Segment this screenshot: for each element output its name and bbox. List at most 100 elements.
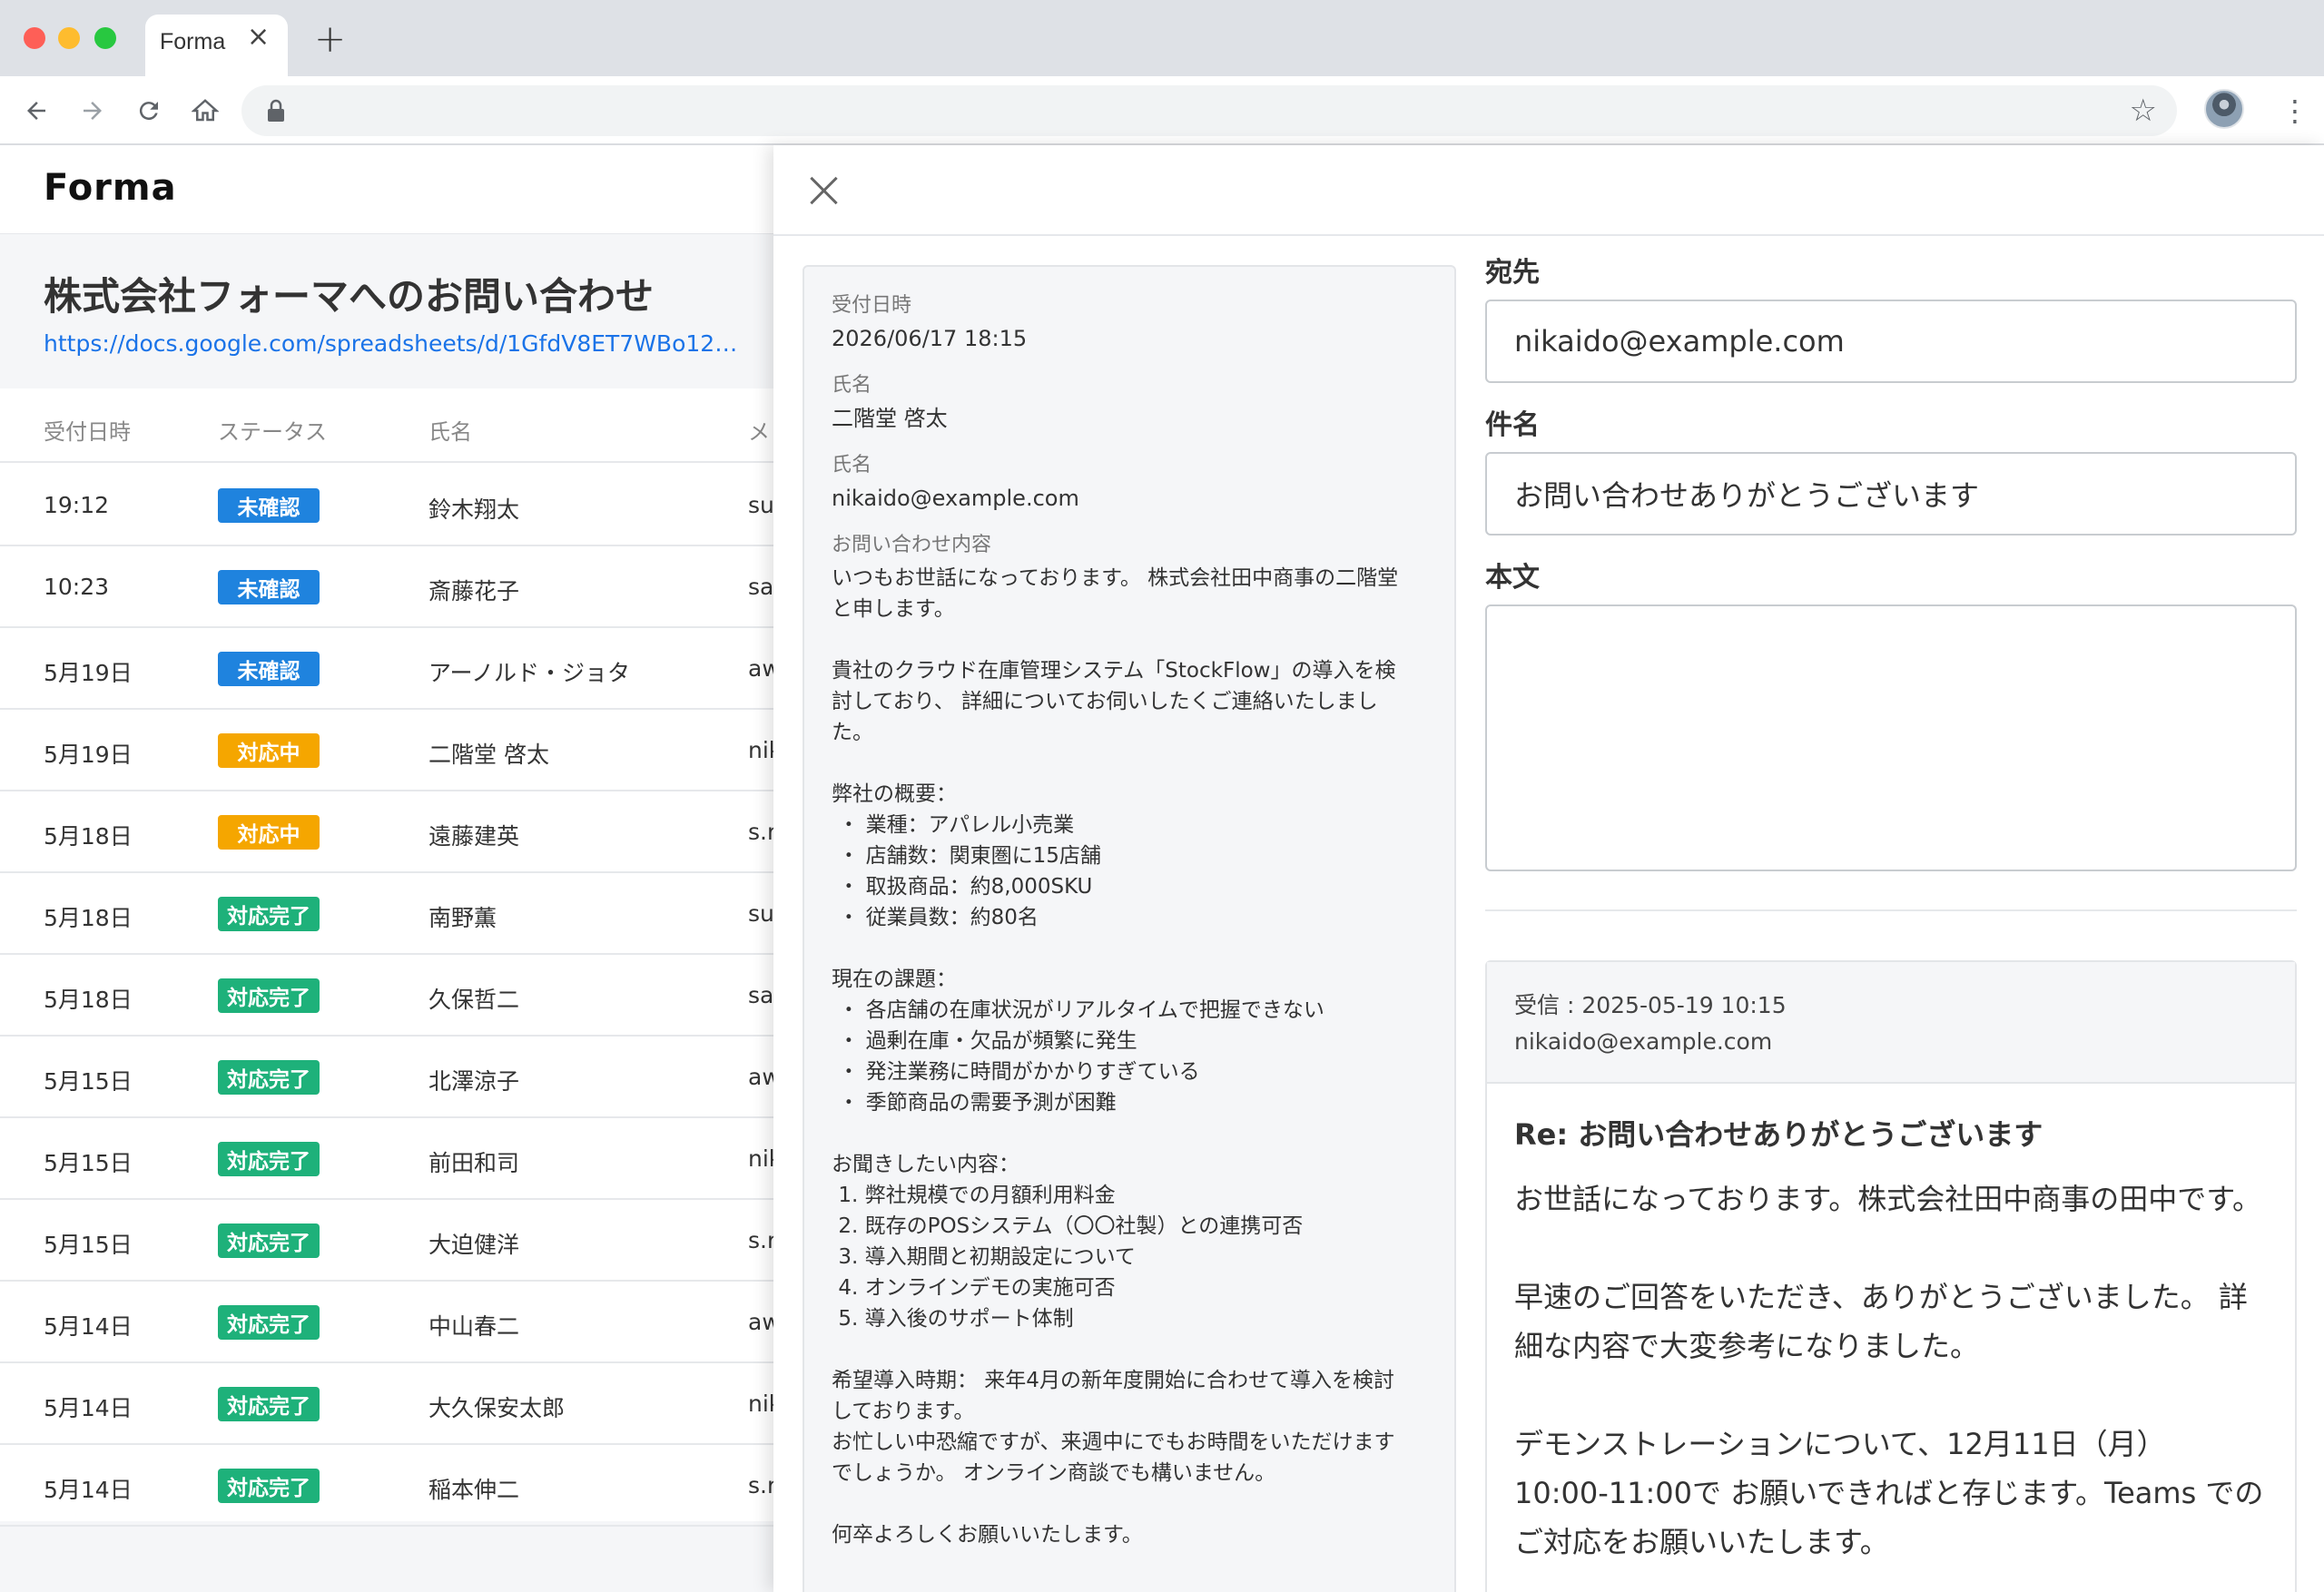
table-row[interactable]: 5月18日 対応完了 久保哲二 sa [0,955,773,1037]
email-cell: nik [748,1145,773,1172]
drawer-header [773,145,2324,236]
table-row[interactable]: 5月19日 対応中 二階堂 啓太 nik [0,710,773,791]
status-badge: 対応中 [218,815,320,850]
reply-form: 宛先 nikaido@example.com 件名 お問い合わせありがとうござい… [1485,254,2297,871]
name-cell: 大迫健洋 [428,1232,520,1258]
divider [1485,909,2297,911]
profile-avatar[interactable] [2204,89,2244,129]
browser-toolbar: ☆ ⋮ [0,76,2324,145]
message-header: 受信 : 2025-05-19 10:15 nikaido@example.co… [1487,962,2295,1084]
message-body: Re: お問い合わせありがとうございます お世話になっております。株式会社田中商… [1487,1084,2295,1592]
app-container: Forma 株式会社フォーマへのお問い合わせ https://docs.goog… [0,145,2324,1592]
close-window-button[interactable] [24,27,45,49]
close-icon[interactable] [806,172,842,209]
back-icon[interactable] [18,93,54,129]
table-row[interactable]: 5月15日 対応完了 大迫健洋 s.r [0,1200,773,1282]
table-row[interactable]: 5月18日 対応中 遠藤建英 s.r [0,791,773,873]
column-header-status[interactable]: ステータス [218,414,327,446]
table-row[interactable]: 19:12 未確認 鈴木翔太 su [0,465,773,546]
message-sender: nikaido@example.com [1514,1028,1773,1055]
name-cell: 大久保安太郎 [428,1395,566,1421]
received-time-cell: 5月15日 [44,1068,133,1095]
message-subject: Re: お問い合わせありがとうございます [1514,1117,2043,1152]
email-cell: s.r [748,1227,773,1253]
status-badge: 対応完了 [218,1060,320,1095]
status-badge: 未確認 [218,570,320,604]
received-time-cell: 10:23 [44,574,110,600]
name-cell: 南野薫 [428,905,497,931]
browser-tab[interactable]: Forma × [145,15,288,76]
received-time-cell: 5月18日 [44,905,133,931]
new-tab-button[interactable]: + [314,20,346,58]
lock-icon [268,99,284,122]
table-row[interactable]: 10:23 未確認 斎藤花子 sa [0,546,773,628]
email-value: nikaido@example.com [832,486,1079,511]
browser-menu-icon[interactable]: ⋮ [2280,93,2309,129]
name-cell: 北澤涼子 [428,1068,520,1095]
received-label: 受付日時 [832,294,912,317]
inquiry-content-label: お問い合わせ内容 [832,534,992,556]
home-icon[interactable] [187,93,223,129]
reload-icon[interactable] [131,93,167,129]
app-logo[interactable]: Forma [44,167,177,209]
email-cell: s.r [748,1472,773,1499]
tab-title: Forma [160,29,226,54]
name-cell: 前田和司 [428,1150,520,1176]
name-value: 二階堂 啓太 [832,406,948,431]
table-row[interactable]: 5月14日 対応完了 稲本伸二 s.r [0,1445,773,1527]
column-header-name[interactable]: 氏名 [428,414,472,446]
tab-close-icon[interactable]: × [247,24,270,51]
maximize-window-button[interactable] [94,27,116,49]
forward-icon[interactable] [74,93,111,129]
email-cell: sa [748,574,773,600]
status-badge: 対応中 [218,733,320,768]
email-cell: nik [748,1391,773,1417]
status-badge: 対応完了 [218,1387,320,1421]
subject-field[interactable]: お問い合わせありがとうございます [1485,452,2297,536]
table-row[interactable]: 5月14日 対応完了 大久保安太郎 nik [0,1363,773,1445]
form-title: 株式会社フォーマへのお問い合わせ [44,274,655,319]
name-cell: 遠藤建英 [428,823,520,850]
name-cell: 久保哲二 [428,987,520,1013]
table-row[interactable]: 5月14日 対応完了 中山春二 aw [0,1282,773,1363]
email-cell: aw [748,1064,773,1090]
column-header-received[interactable]: 受付日時 [44,414,131,446]
spreadsheet-link[interactable]: https://docs.google.com/spreadsheets/d/1… [44,330,743,357]
email-cell: s.r [748,819,773,845]
bookmark-star-icon[interactable]: ☆ [2130,93,2157,129]
email-label: 氏名 [832,454,872,477]
email-thread-message: 受信 : 2025-05-19 10:15 nikaido@example.co… [1485,960,2297,1592]
message-received-time: 受信 : 2025-05-19 10:15 [1514,992,1787,1018]
email-cell: aw [748,1309,773,1335]
table-row[interactable]: 5月15日 対応完了 北澤涼子 aw [0,1037,773,1118]
received-time-cell: 5月14日 [44,1313,133,1340]
received-time-cell: 5月14日 [44,1395,133,1421]
received-time-cell: 5月18日 [44,987,133,1013]
subject-label: 件名 [1485,409,1540,441]
email-cell: sa [748,982,773,1008]
received-time-cell: 5月19日 [44,742,133,768]
to-label: 宛先 [1485,257,1540,289]
column-header-email[interactable]: メ [748,414,773,446]
status-badge: 対応完了 [218,1305,320,1340]
received-time-cell: 5月14日 [44,1477,133,1503]
status-badge: 対応完了 [218,1142,320,1176]
detail-drawer: 受付日時 2026/06/17 18:15 氏名 二階堂 啓太 氏名 nikai… [773,145,2324,1592]
to-field[interactable]: nikaido@example.com [1485,300,2297,383]
minimize-window-button[interactable] [58,27,80,49]
name-cell: 稲本伸二 [428,1477,520,1503]
body-textarea[interactable] [1485,604,2297,871]
status-badge: 未確認 [218,652,320,686]
email-cell: aw [748,655,773,682]
status-badge: 未確認 [218,488,320,523]
submission-detail: 受付日時 2026/06/17 18:15 氏名 二階堂 啓太 氏名 nikai… [803,265,1456,1592]
status-badge: 対応完了 [218,897,320,931]
name-cell: 斎藤花子 [428,578,520,604]
message-text: お世話になっております。株式会社田中商事の田中です。 早速のご回答をいただき、あ… [1514,1182,2264,1559]
table-row[interactable]: 5月15日 対応完了 前田和司 nik [0,1118,773,1200]
table-row[interactable]: 5月19日 未確認 アーノルド・ジョタ aw [0,628,773,710]
address-bar[interactable]: ☆ [241,85,2177,136]
name-cell: 二階堂 啓太 [428,742,549,768]
name-cell: 中山春二 [428,1313,520,1340]
table-row[interactable]: 5月18日 対応完了 南野薫 su [0,873,773,955]
